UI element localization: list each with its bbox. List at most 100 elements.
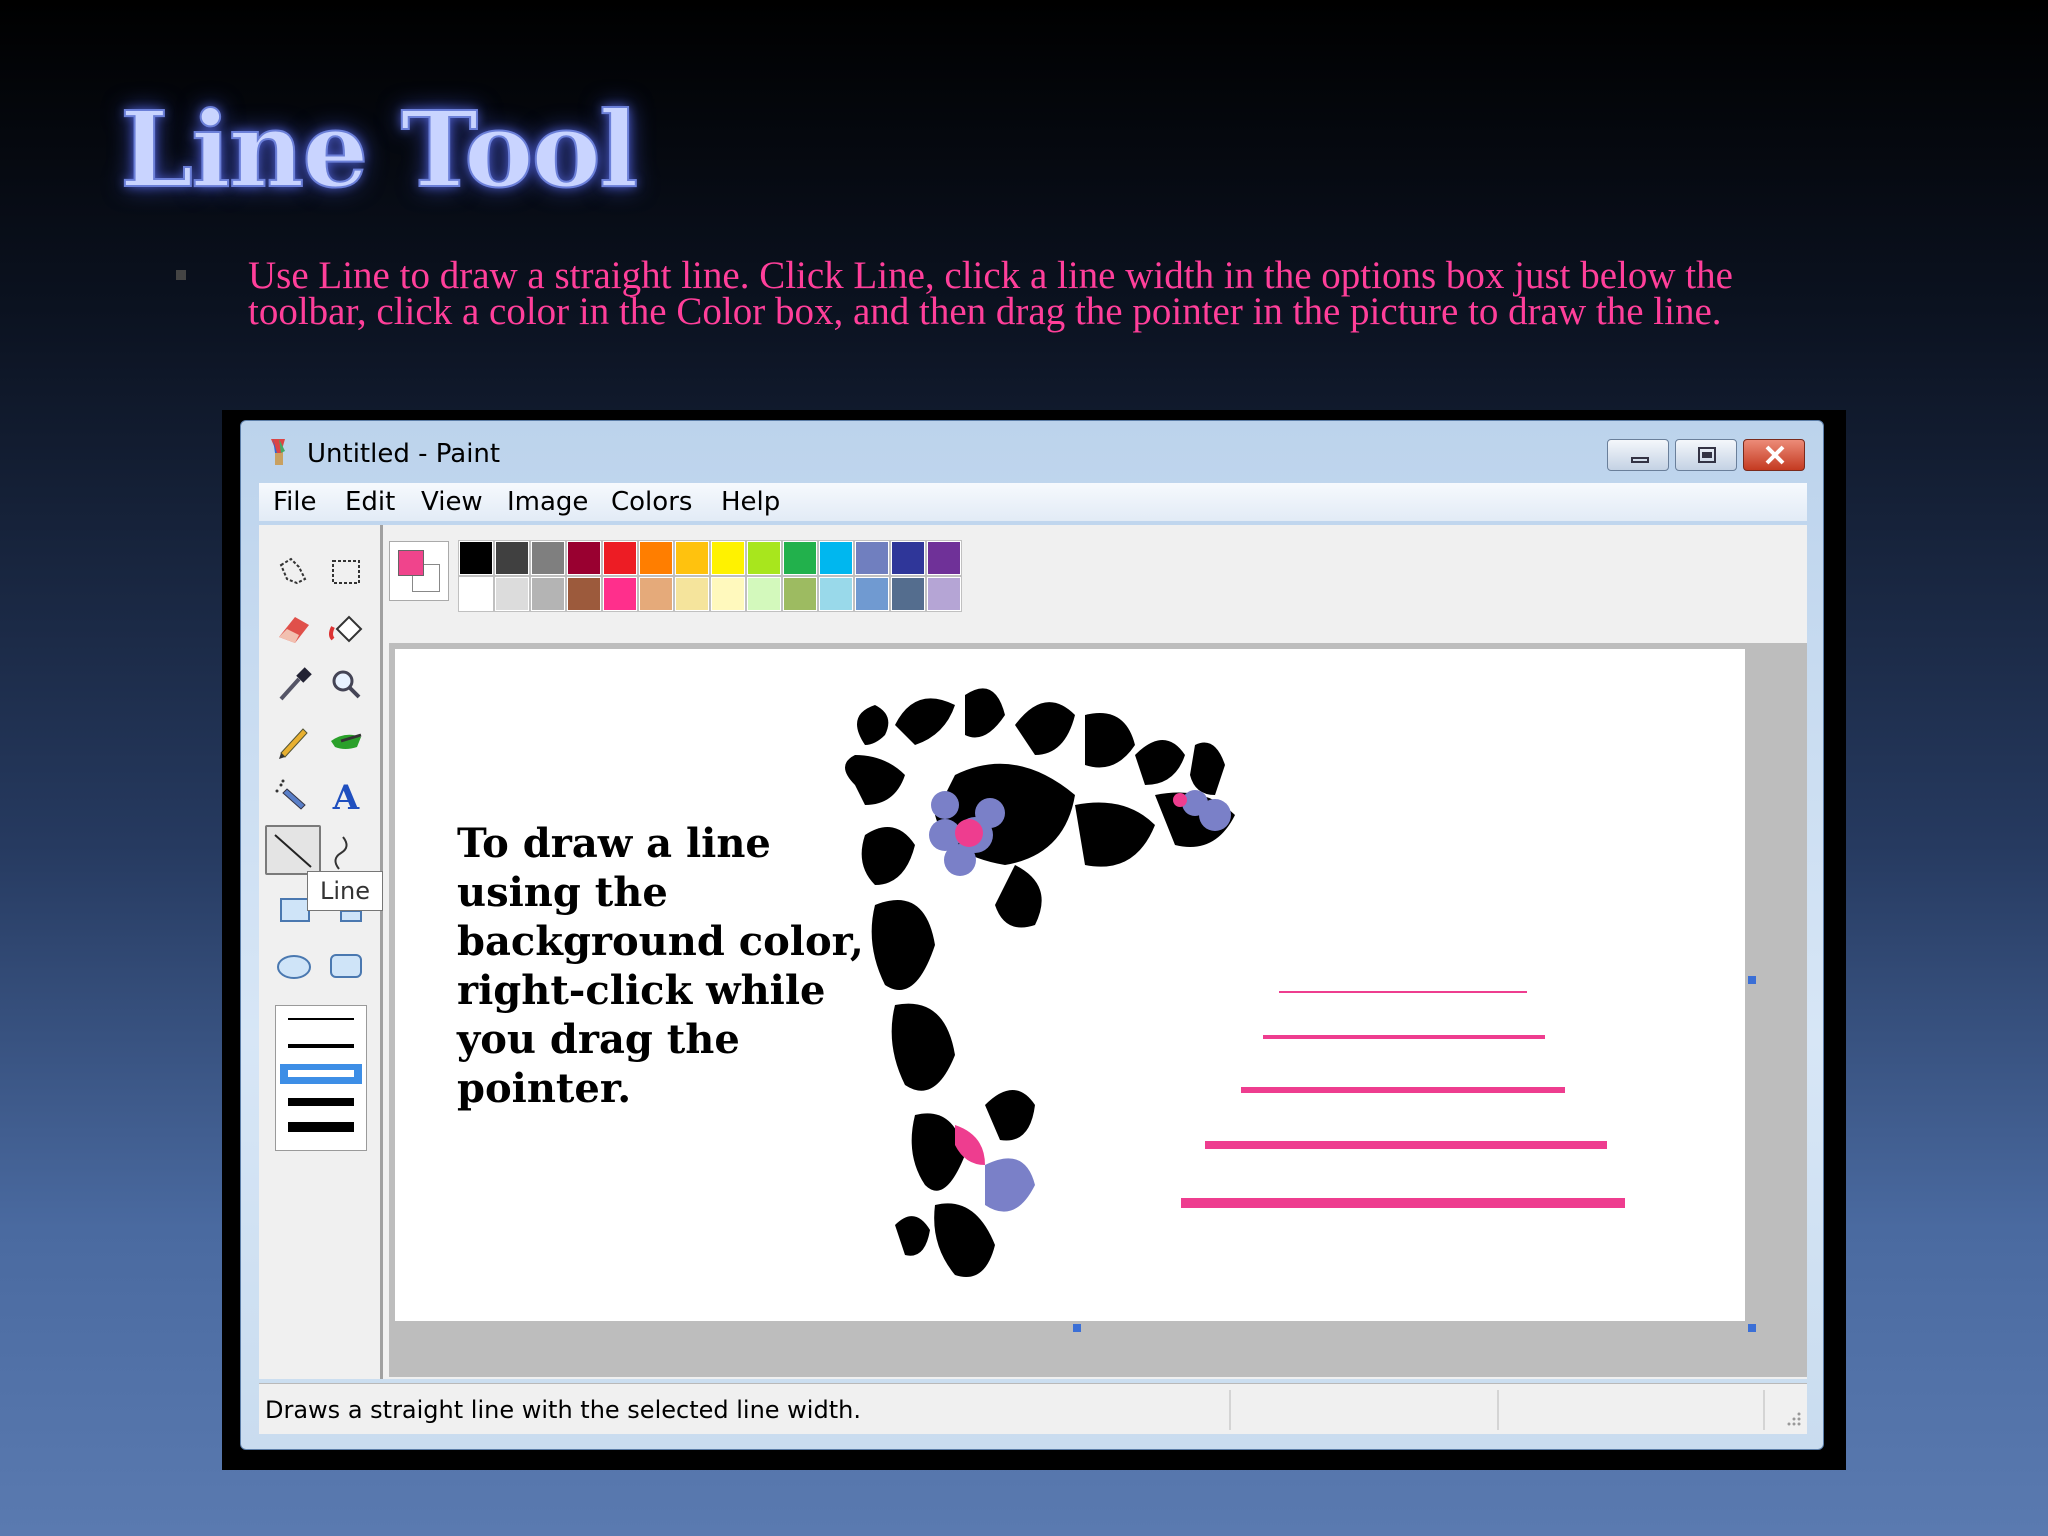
select-icon bbox=[332, 560, 360, 584]
airbrush-tool[interactable] bbox=[269, 773, 319, 819]
rounded-rectangle-tool[interactable] bbox=[321, 943, 371, 989]
menu-help[interactable]: Help bbox=[721, 487, 780, 517]
status-divider bbox=[1497, 1390, 1499, 1430]
color-swatch[interactable] bbox=[674, 540, 710, 576]
eraser-tool[interactable] bbox=[269, 605, 319, 651]
paint-client-area: A Line To draw a line using the backgrou… bbox=[259, 525, 1807, 1379]
color-swatch[interactable] bbox=[710, 540, 746, 576]
color-swatch[interactable] bbox=[926, 576, 962, 612]
paint-window: Untitled - Paint File Edit View Image Co… bbox=[240, 420, 1824, 1450]
menu-edit[interactable]: Edit bbox=[345, 487, 395, 517]
color-swatch[interactable] bbox=[458, 540, 494, 576]
current-colors bbox=[389, 541, 449, 601]
color-swatch[interactable] bbox=[890, 576, 926, 612]
minimize-icon bbox=[1631, 457, 1649, 463]
color-swatch[interactable] bbox=[854, 540, 890, 576]
pick-color-icon bbox=[279, 667, 312, 701]
color-swatch[interactable] bbox=[782, 540, 818, 576]
line-width-5[interactable] bbox=[288, 1122, 354, 1132]
menu-image[interactable]: Image bbox=[507, 487, 588, 517]
pencil-tool[interactable] bbox=[269, 717, 319, 763]
slide-title: Line Tool bbox=[119, 87, 639, 212]
canvas-area: To draw a line using the background colo… bbox=[389, 643, 1807, 1377]
resize-handle-bottom[interactable] bbox=[1073, 1324, 1081, 1332]
line-width-4[interactable] bbox=[288, 1098, 354, 1106]
color-swatch[interactable] bbox=[746, 540, 782, 576]
magnifier-icon bbox=[332, 670, 361, 699]
color-swatch[interactable] bbox=[638, 540, 674, 576]
window-title: Untitled - Paint bbox=[307, 439, 501, 469]
color-swatch[interactable] bbox=[530, 576, 566, 612]
magnifier-tool[interactable] bbox=[321, 661, 371, 707]
text-icon: A bbox=[332, 778, 360, 818]
close-icon bbox=[1765, 445, 1785, 465]
curve-tool[interactable] bbox=[321, 829, 371, 875]
color-swatch[interactable] bbox=[926, 540, 962, 576]
color-swatch[interactable] bbox=[674, 576, 710, 612]
color-swatch[interactable] bbox=[566, 576, 602, 612]
menu-colors[interactable]: Colors bbox=[611, 487, 692, 517]
title-bar[interactable]: Untitled - Paint bbox=[241, 421, 1823, 475]
menu-bar: File Edit View Image Colors Help bbox=[259, 483, 1807, 521]
svg-text:A: A bbox=[332, 778, 360, 818]
line-tool[interactable] bbox=[265, 825, 321, 875]
maximize-icon bbox=[1698, 447, 1716, 463]
color-swatch[interactable] bbox=[818, 576, 854, 612]
line-width-1[interactable] bbox=[288, 1018, 354, 1020]
select-tool[interactable] bbox=[321, 549, 371, 595]
rounded-rectangle-icon bbox=[330, 954, 362, 978]
color-swatch[interactable] bbox=[458, 576, 494, 612]
color-swatch[interactable] bbox=[566, 540, 602, 576]
resize-handle-corner[interactable] bbox=[1748, 1324, 1756, 1332]
color-swatch[interactable] bbox=[782, 576, 818, 612]
fill-with-color-icon bbox=[329, 615, 363, 643]
pick-color-tool[interactable] bbox=[269, 661, 319, 707]
drawing-canvas[interactable]: To draw a line using the background colo… bbox=[395, 649, 1745, 1321]
status-bar: Draws a straight line with the selected … bbox=[259, 1383, 1807, 1434]
line-width-2[interactable] bbox=[288, 1044, 354, 1048]
text-tool[interactable]: A bbox=[321, 773, 371, 819]
curve-icon bbox=[334, 836, 348, 870]
pink-lines bbox=[1181, 991, 1625, 1208]
line-icon bbox=[274, 834, 312, 868]
airbrush-icon bbox=[275, 779, 306, 810]
slide-body-text: Use Line to draw a straight line. Click … bbox=[248, 254, 1733, 333]
maximize-button[interactable] bbox=[1675, 439, 1737, 471]
menu-file[interactable]: File bbox=[273, 487, 317, 517]
paint-icon bbox=[271, 439, 285, 465]
fill-with-color-tool[interactable] bbox=[321, 605, 371, 651]
color-swatch[interactable] bbox=[854, 576, 890, 612]
color-swatch[interactable] bbox=[494, 576, 530, 612]
line-width-options bbox=[275, 1005, 367, 1151]
ellipse-tool[interactable] bbox=[269, 943, 319, 989]
free-form-select-tool[interactable] bbox=[269, 549, 319, 595]
status-text: Draws a straight line with the selected … bbox=[265, 1396, 861, 1424]
color-swatch[interactable] bbox=[602, 540, 638, 576]
color-swatch[interactable] bbox=[890, 540, 926, 576]
color-swatch[interactable] bbox=[710, 576, 746, 612]
close-button[interactable] bbox=[1743, 439, 1805, 471]
resize-handle-right[interactable] bbox=[1748, 976, 1756, 984]
status-divider bbox=[1763, 1390, 1765, 1430]
bullet-marker bbox=[176, 270, 186, 280]
line-tooltip: Line bbox=[307, 871, 383, 911]
pencil-icon bbox=[279, 728, 308, 759]
brush-tool[interactable] bbox=[321, 717, 371, 763]
foreground-color-swatch[interactable] bbox=[398, 550, 424, 576]
menu-view[interactable]: View bbox=[421, 487, 483, 517]
toolbox: A Line bbox=[259, 525, 383, 1379]
color-swatch[interactable] bbox=[494, 540, 530, 576]
minimize-button[interactable] bbox=[1607, 439, 1669, 471]
free-form-select-icon bbox=[279, 557, 307, 585]
color-swatch[interactable] bbox=[530, 540, 566, 576]
line-width-3-selected[interactable] bbox=[280, 1064, 362, 1084]
status-divider bbox=[1229, 1390, 1231, 1430]
color-swatch[interactable] bbox=[818, 540, 854, 576]
resize-grip-icon[interactable] bbox=[1785, 1410, 1803, 1428]
color-swatch[interactable] bbox=[602, 576, 638, 612]
color-swatch[interactable] bbox=[638, 576, 674, 612]
ellipse-icon bbox=[277, 955, 311, 979]
color-swatch[interactable] bbox=[746, 576, 782, 612]
eraser-icon bbox=[279, 617, 309, 643]
brush-icon bbox=[331, 733, 362, 749]
